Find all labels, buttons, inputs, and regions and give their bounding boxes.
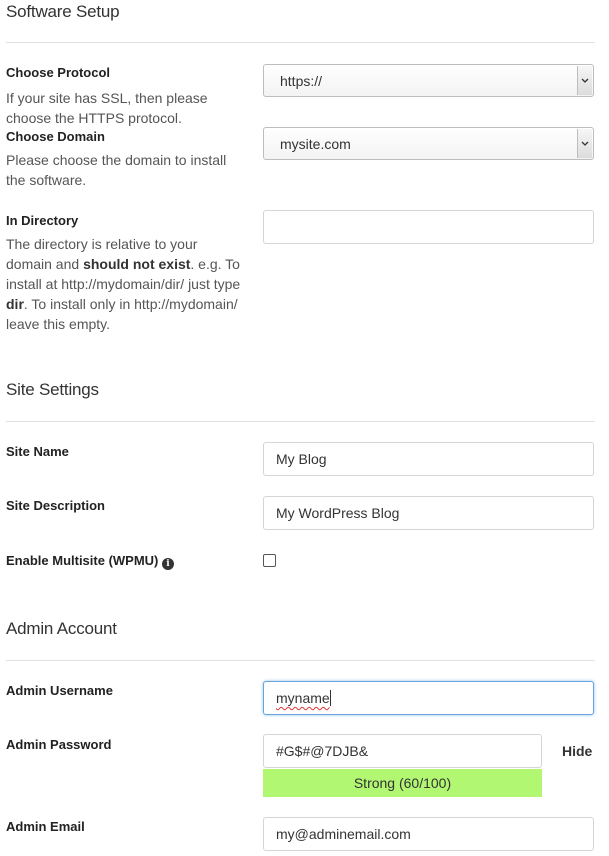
- multisite-checkbox[interactable]: [263, 554, 276, 567]
- admin-username-input[interactable]: myname: [263, 681, 594, 715]
- site-description-input[interactable]: My WordPress Blog: [263, 496, 594, 530]
- software-setup-heading: Software Setup: [6, 2, 120, 21]
- info-icon[interactable]: i: [162, 558, 175, 570]
- choose-domain-description: Please choose the domain to install the …: [6, 152, 227, 188]
- protocol-select-value: https://: [280, 72, 323, 89]
- domain-select[interactable]: mysite.com: [263, 127, 594, 160]
- protocol-select[interactable]: https://: [263, 64, 594, 97]
- site-settings-heading: Site Settings: [6, 380, 99, 399]
- enable-multisite-label: Enable Multisite (WPMU) i: [6, 553, 175, 570]
- site-description-label: Site Description: [6, 498, 105, 513]
- admin-username-value: myname: [276, 690, 330, 706]
- chevron-down-icon: [577, 129, 592, 158]
- admin-email-input[interactable]: my@adminemail.com: [263, 817, 594, 851]
- admin-email-label: Admin Email: [6, 819, 85, 834]
- directory-input[interactable]: [263, 210, 594, 244]
- text-cursor: [329, 690, 331, 706]
- choose-protocol-description: If your site has SSL, then please choose…: [6, 90, 208, 126]
- domain-select-value: mysite.com: [280, 135, 351, 152]
- in-directory-description: The directory is relative to your domain…: [6, 236, 241, 332]
- choose-domain-label: Choose Domain: [6, 129, 105, 144]
- password-strength-meter: Strong (60/100): [263, 769, 542, 797]
- admin-password-input[interactable]: #G$#@7DJB&: [263, 734, 542, 768]
- divider: [6, 42, 595, 43]
- in-directory-label: In Directory: [6, 213, 79, 228]
- admin-username-label: Admin Username: [6, 683, 113, 698]
- choose-protocol-label: Choose Protocol: [6, 65, 111, 80]
- site-name-label: Site Name: [6, 444, 69, 459]
- divider: [6, 660, 595, 661]
- hide-password-link[interactable]: Hide: [562, 743, 592, 759]
- admin-password-label: Admin Password: [6, 737, 112, 752]
- admin-account-heading: Admin Account: [6, 619, 117, 638]
- chevron-down-icon: [577, 66, 592, 95]
- site-name-input[interactable]: My Blog: [263, 442, 594, 476]
- divider: [6, 421, 595, 422]
